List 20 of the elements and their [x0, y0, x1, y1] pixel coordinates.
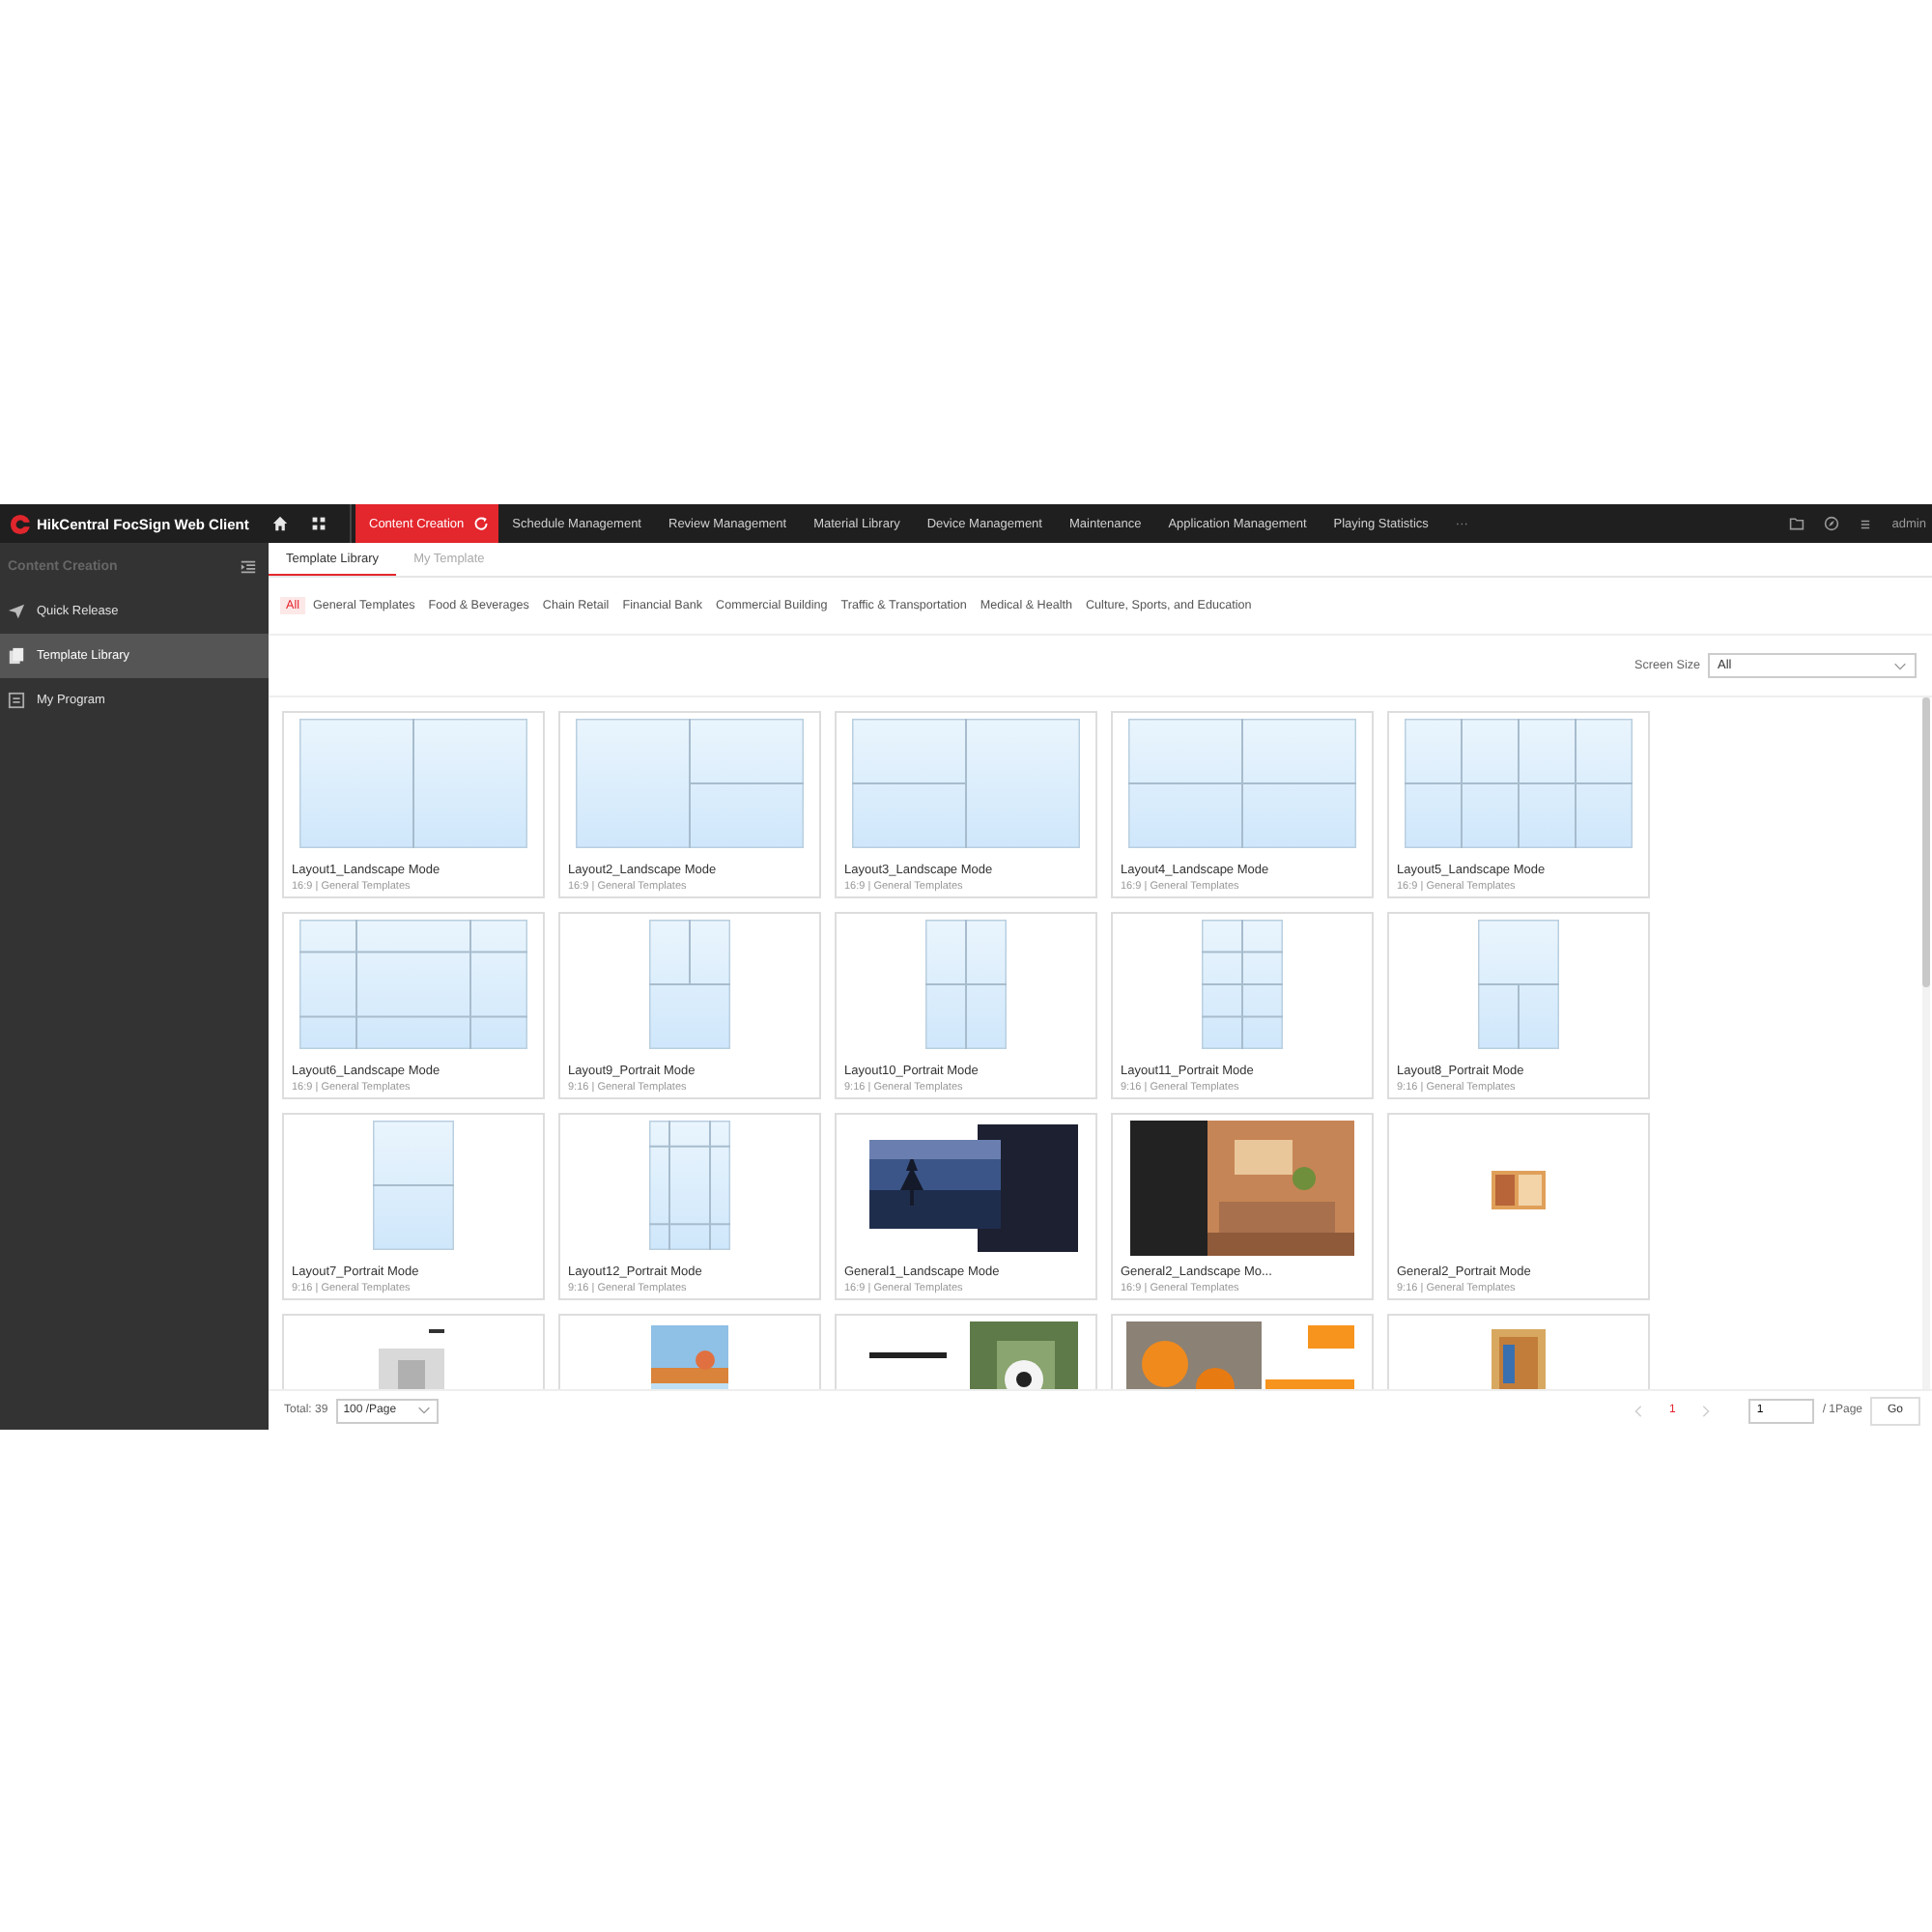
pages-icon: [8, 647, 25, 665]
layout-drawing: [373, 1121, 454, 1250]
layout-drawing: [649, 920, 730, 1049]
layout-drawing: [1202, 920, 1283, 1049]
caret-icon: [1893, 662, 1907, 669]
logo-icon: [10, 513, 31, 534]
send-icon: [8, 603, 25, 620]
layout-drawing: [925, 920, 1007, 1049]
refresh-icon[interactable]: [473, 516, 490, 531]
layout-drawing: [1478, 920, 1559, 1049]
collapse-icon[interactable]: [240, 557, 257, 575]
menu-icon[interactable]: [1859, 517, 1873, 530]
caret-icon: [416, 1406, 431, 1414]
layout-drawing: [649, 1121, 730, 1250]
compass-icon[interactable]: [1824, 516, 1840, 531]
scrollbar[interactable]: [1922, 697, 1930, 1389]
home-icon[interactable]: [272, 516, 288, 531]
list-icon: [8, 692, 25, 709]
apps-grid-icon[interactable]: [311, 516, 327, 531]
folder-icon[interactable]: [1789, 516, 1805, 531]
